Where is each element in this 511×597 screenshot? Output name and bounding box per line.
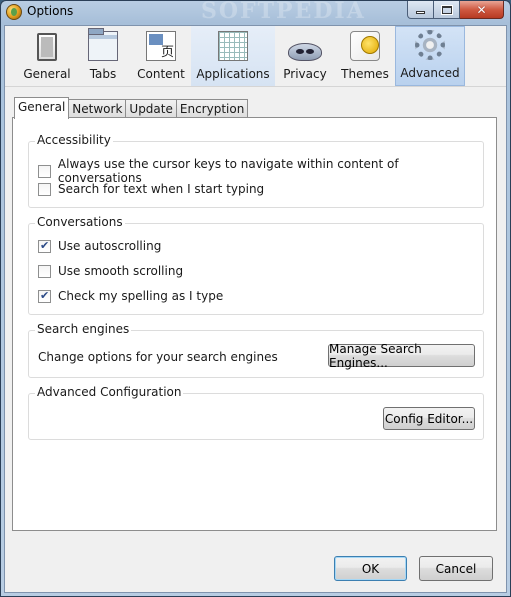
cursor-keys-checkbox[interactable] (38, 164, 51, 178)
pane-applications[interactable]: Applications (191, 26, 275, 86)
smooth-scrolling-label: Use smooth scrolling (58, 264, 184, 278)
spelling-checkbox[interactable] (38, 289, 51, 303)
autoscrolling-option[interactable]: Use autoscrolling (38, 239, 161, 253)
smooth-scrolling-option[interactable]: Use smooth scrolling (38, 264, 183, 278)
pane-label: Content (137, 67, 185, 81)
window-controls: ✕ (407, 1, 504, 19)
conversations-heading: Conversations (35, 215, 125, 229)
search-engines-description: Change options for your search engines (38, 350, 278, 364)
options-window: Options SOFTPEDIA ✕ General Tabs Content (0, 0, 511, 597)
spelling-label: Check my spelling as I type (58, 289, 224, 303)
pane-tabs[interactable]: Tabs (75, 26, 131, 86)
search-typing-option[interactable]: Search for text when I start typing (38, 182, 264, 196)
pane-label: Advanced (400, 66, 460, 80)
config-editor-button[interactable]: Config Editor... (383, 407, 475, 430)
tab-network[interactable]: Network (68, 99, 127, 118)
advanced-tabs: General Network Update Encryption (14, 97, 249, 119)
title-bar[interactable]: Options SOFTPEDIA ✕ (1, 0, 510, 24)
spelling-option[interactable]: Check my spelling as I type (38, 289, 223, 303)
pane-label: Themes (341, 67, 389, 81)
gear-icon (415, 30, 445, 60)
app-globe-icon (6, 4, 22, 20)
applications-icon (218, 31, 248, 61)
dialog-body: General Tabs Content Applications Privac… (4, 25, 507, 593)
privacy-mask-icon (288, 43, 322, 61)
pane-label: Tabs (89, 67, 117, 81)
cursor-keys-label: Always use the cursor keys to navigate w… (57, 157, 399, 185)
search-typing-label: Search for text when I start typing (58, 182, 265, 196)
search-typing-checkbox[interactable] (38, 182, 51, 196)
tab-panel-general: Accessibility Always use the cursor keys… (12, 117, 497, 531)
ok-button[interactable]: OK (334, 556, 407, 581)
conversations-group: Conversations Use autoscrolling Use smoo… (28, 215, 484, 315)
cancel-button[interactable]: Cancel (419, 556, 493, 581)
advanced-configuration-group: Advanced Configuration Config Editor... (28, 385, 484, 440)
pane-label: General (23, 67, 71, 81)
maximize-icon (440, 4, 453, 15)
general-icon (37, 33, 57, 61)
preferences-toolbar: General Tabs Content Applications Privac… (5, 26, 506, 87)
pane-general[interactable]: General (19, 26, 75, 86)
search-engines-heading: Search engines (35, 322, 132, 336)
minimize-button[interactable] (407, 1, 434, 19)
advanced-configuration-heading: Advanced Configuration (35, 385, 184, 399)
autoscrolling-checkbox[interactable] (38, 239, 51, 253)
tab-general[interactable]: General (14, 97, 70, 119)
minimize-icon (416, 11, 425, 14)
manage-search-engines-button[interactable]: Manage Search Engines... (328, 342, 475, 370)
accessibility-group: Accessibility Always use the cursor keys… (28, 133, 484, 208)
smooth-scrolling-checkbox[interactable] (38, 264, 51, 278)
close-button[interactable]: ✕ (460, 1, 504, 19)
themes-icon (350, 31, 380, 61)
softpedia-watermark: SOFTPEDIA (201, 0, 366, 24)
pane-themes[interactable]: Themes (335, 26, 395, 86)
window-title: Options (27, 4, 74, 18)
autoscrolling-label: Use autoscrolling (58, 239, 162, 253)
accessibility-heading: Accessibility (35, 133, 113, 147)
maximize-button[interactable] (434, 1, 460, 19)
tab-update[interactable]: Update (125, 99, 177, 118)
pane-content[interactable]: Content (131, 26, 191, 86)
cursor-keys-option[interactable]: Always use the cursor keys to navigate w… (38, 157, 483, 185)
pane-label: Privacy (283, 67, 327, 81)
close-icon: ✕ (476, 2, 487, 17)
search-engines-group: Search engines Change options for your s… (28, 322, 484, 378)
pane-advanced[interactable]: Advanced (395, 26, 465, 86)
tabs-icon (88, 28, 118, 61)
tab-encryption[interactable]: Encryption (175, 99, 249, 118)
pane-privacy[interactable]: Privacy (275, 26, 335, 86)
pane-label: Applications (196, 67, 270, 81)
content-icon (146, 31, 176, 61)
